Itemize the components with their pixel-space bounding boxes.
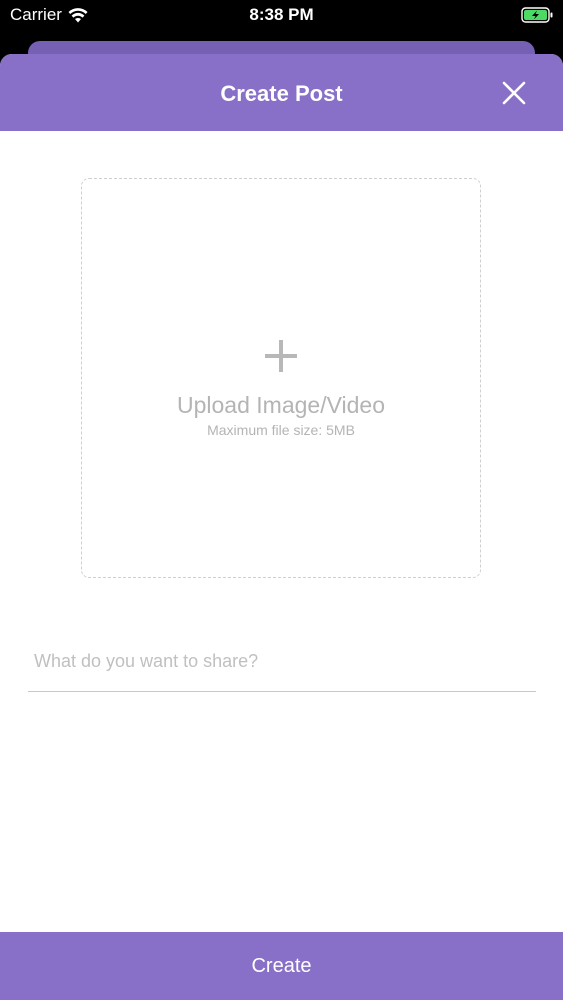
create-post-sheet: Create Post Upload Image/Video Maximum f… bbox=[0, 54, 563, 1000]
close-icon bbox=[502, 81, 526, 105]
status-bar: Carrier 8:38 PM bbox=[0, 0, 563, 34]
upload-media-area[interactable]: Upload Image/Video Maximum file size: 5M… bbox=[81, 178, 481, 578]
page-title: Create Post bbox=[220, 80, 343, 106]
sheet-header: Create Post bbox=[0, 54, 563, 131]
plus-icon bbox=[265, 340, 297, 372]
upload-label: Upload Image/Video bbox=[177, 392, 385, 418]
create-button[interactable]: Create bbox=[0, 932, 563, 1000]
battery-charging-icon bbox=[521, 7, 554, 28]
share-text-input[interactable] bbox=[28, 632, 536, 692]
status-time: 8:38 PM bbox=[249, 5, 314, 24]
upload-hint: Maximum file size: 5MB bbox=[207, 422, 355, 438]
close-button[interactable] bbox=[501, 80, 527, 106]
screen: Carrier 8:38 PM Create Post Upload Image… bbox=[0, 0, 563, 1000]
